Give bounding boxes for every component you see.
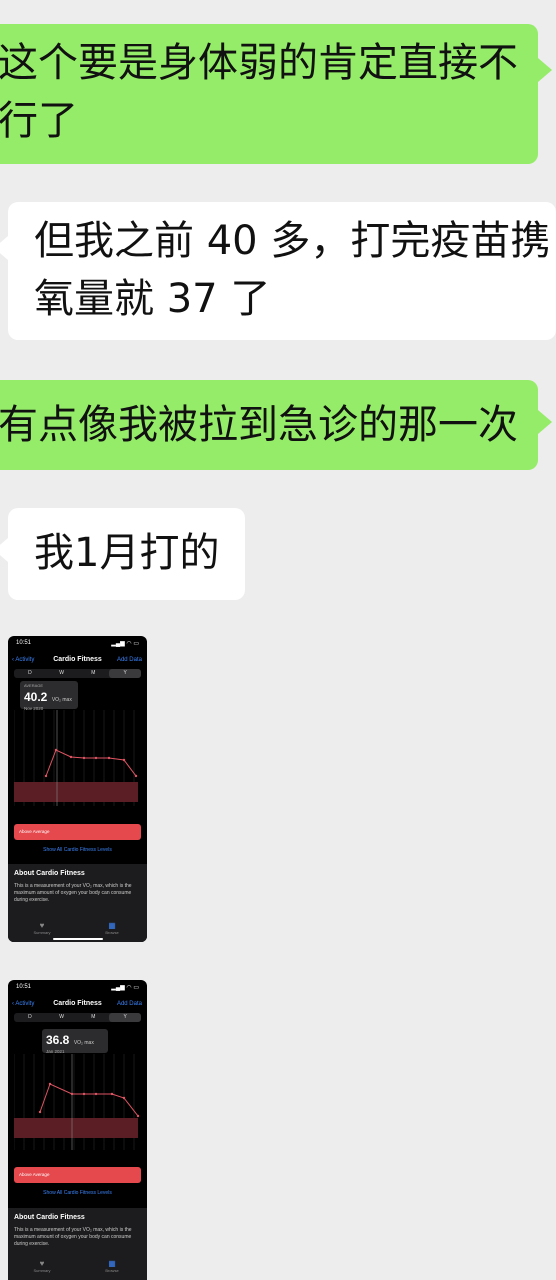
status-icons: ▂▄▆ ◠ ▭ [111,641,139,647]
segment-w[interactable]: W [46,1013,78,1022]
fitness-level-bar[interactable]: Above Average [14,824,141,840]
tab-bar: ♥ Summary ▦ Browse [8,1256,147,1280]
bubble-tail [538,410,552,434]
segment-m[interactable]: M [78,1013,110,1022]
tab-summary[interactable]: ♥ Summary [27,1259,57,1273]
segment-y[interactable]: Y [109,1013,141,1022]
about-text: This is a measurement of your VO₂ max, w… [14,1227,132,1247]
data-point [54,748,58,752]
data-point [38,1110,42,1114]
message-bubble-received[interactable]: 但我之前 40 多，打完疫苗携 氧量就 37 了 [0,202,556,340]
time-range-segmented-control[interactable]: D W M Y [14,669,141,678]
message-bubble-received[interactable]: 我1月打的 [0,508,245,600]
fitness-level-bar[interactable]: Above Average [14,1167,141,1183]
tab-browse[interactable]: ▦ Browse [97,1259,127,1273]
vo2-line [45,749,137,777]
fitness-band [14,782,138,802]
vo2-line [39,1083,139,1117]
bubble-tail [0,538,8,562]
status-time: 10:51 [16,640,32,646]
data-point [70,1092,74,1096]
data-point [82,1092,86,1096]
message-text-line: 行了 [0,98,78,144]
data-point [94,756,98,760]
add-data-link[interactable]: Add Data [117,1001,142,1007]
grid-icon: ▦ [108,1259,116,1268]
fitness-band [14,1118,138,1138]
data-point [110,1092,114,1096]
tab-summary[interactable]: ♥ Summary [27,921,57,935]
tab-bar: ♥ Summary ▦ Browse [8,918,147,942]
message-text-line: 我1月打的 [34,530,220,576]
vo2-chart [14,710,138,806]
vo2-unit: VO₂ max [73,1040,94,1046]
value-callout: 36.8 VO₂ max Jan 2021 [42,1029,108,1054]
segment-y[interactable]: Y [109,669,141,678]
data-point [122,758,126,762]
vo2-chart [14,1054,140,1150]
vo2-value: 36.8 [46,1033,70,1047]
bubble-tail [538,58,552,82]
message-text-line: 但我之前 40 多，打完疫苗携 [34,218,551,264]
data-point [48,1082,52,1086]
image-message-cardio-fitness-1[interactable]: 10:51 ▂▄▆ ◠ ▭ ‹ Activity Cardio Fitness … [8,636,147,942]
message-text-line: 氧量就 37 了 [34,276,271,322]
data-point [82,756,86,760]
message-text-line: 这个要是身体弱的肯定直接不 [0,40,518,86]
segment-w[interactable]: W [46,669,78,678]
segment-m[interactable]: M [78,669,110,678]
value-callout: AVERAGE 40.2 VO₂ max Nov 2020 [20,681,78,711]
bubble-tail [0,236,8,260]
data-point [69,755,73,759]
data-point [134,774,138,778]
show-all-levels-link[interactable]: Show All Cardio Fitness Levels [8,1190,147,1196]
message-text-line: 有点像我被拉到急诊的那一次 [0,402,518,448]
message-bubble-sent[interactable]: 这个要是身体弱的肯定直接不 行了 [0,24,552,164]
data-point [94,1092,98,1096]
show-all-levels-link[interactable]: Show All Cardio Fitness Levels [8,847,147,853]
data-point [136,1114,140,1118]
home-indicator [53,938,103,940]
about-text: This is a measurement of your VO₂ max, w… [14,883,132,903]
heart-icon: ♥ [39,921,45,930]
tab-browse[interactable]: ▦ Browse [97,921,127,935]
message-bubble-sent[interactable]: 有点像我被拉到急诊的那一次 [0,380,552,470]
data-point [44,774,48,778]
data-point [107,756,111,760]
vo2-unit: VO₂ max [51,697,72,703]
about-title: About Cardio Fitness [14,1214,85,1221]
time-range-segmented-control[interactable]: D W M Y [14,1013,141,1022]
data-point [122,1096,126,1100]
grid-icon: ▦ [108,921,116,930]
vo2-value: 40.2 [24,690,48,704]
heart-icon: ♥ [39,1259,45,1268]
add-data-link[interactable]: Add Data [117,657,142,663]
about-title: About Cardio Fitness [14,870,85,877]
segment-d[interactable]: D [14,1013,46,1022]
status-time: 10:51 [16,984,32,990]
image-message-cardio-fitness-2[interactable]: 10:51 ▂▄▆ ◠ ▭ ‹ Activity Cardio Fitness … [8,980,147,1280]
status-icons: ▂▄▆ ◠ ▭ [111,985,139,991]
segment-d[interactable]: D [14,669,46,678]
